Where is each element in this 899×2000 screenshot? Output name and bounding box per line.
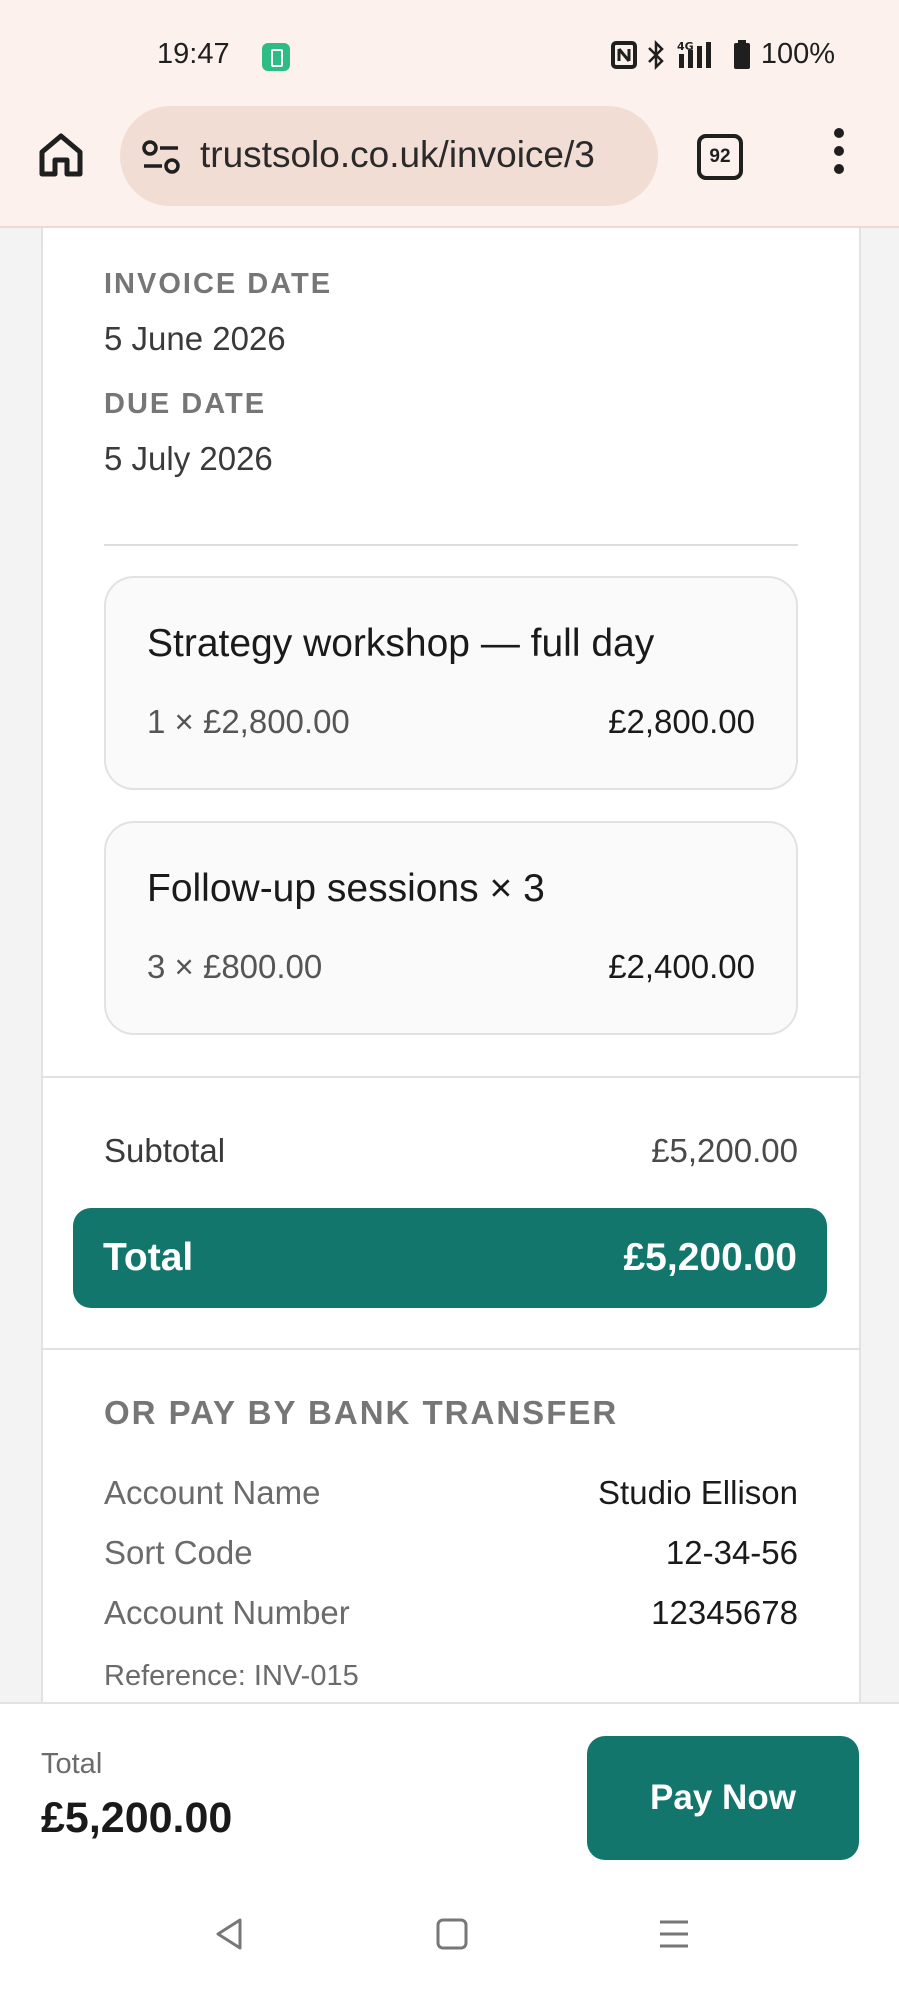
invoice-card: INVOICE DATE 5 June 2026 DUE DATE 5 July… xyxy=(41,228,861,1702)
line-item-name: Follow-up sessions × 3 xyxy=(147,867,545,910)
pay-bar-total-label: Total xyxy=(41,1748,103,1780)
status-bar: 19:47 4G 100% xyxy=(0,0,899,104)
pay-bar-total-value: £5,200.00 xyxy=(41,1794,233,1842)
line-item-amount: £2,800.00 xyxy=(608,703,755,740)
status-icons: 4G 100% xyxy=(610,38,835,71)
line-item-quantity: 3 × £800.00 xyxy=(147,948,323,985)
home-nav-icon[interactable] xyxy=(432,1914,472,1954)
line-item: Follow-up sessions × 3 3 × £800.00 £2,40… xyxy=(104,821,798,1035)
account-name-label: Account Name xyxy=(104,1474,321,1511)
line-item: Strategy workshop — full day 1 × £2,800.… xyxy=(104,576,798,790)
line-item-name: Strategy workshop — full day xyxy=(147,622,655,665)
divider xyxy=(104,544,798,546)
payment-reference: Reference: INV-015 xyxy=(104,1660,359,1692)
home-button[interactable] xyxy=(36,130,86,180)
section-divider xyxy=(43,1076,859,1078)
tab-switcher-button[interactable]: 92 xyxy=(697,134,743,180)
due-date: 5 July 2026 xyxy=(104,440,273,477)
battery-icon xyxy=(733,39,750,69)
browser-toolbar: trustsolo.co.uk/invoice/3 92 xyxy=(0,104,899,228)
subtotal-value: £5,200.00 xyxy=(651,1132,798,1169)
back-icon[interactable] xyxy=(210,1914,250,1954)
app-notification-icon xyxy=(262,43,290,71)
subtotal-label: Subtotal xyxy=(104,1132,226,1169)
account-number-value: 12345678 xyxy=(651,1594,798,1631)
recents-menu-icon[interactable] xyxy=(654,1914,694,1954)
account-number-label: Account Number xyxy=(104,1594,350,1631)
line-item-amount: £2,400.00 xyxy=(608,948,755,985)
line-item-quantity: 1 × £2,800.00 xyxy=(147,703,350,740)
pay-now-button[interactable]: Pay Now xyxy=(587,1736,859,1860)
nfc-icon xyxy=(610,40,637,69)
due-date-label: DUE DATE xyxy=(104,388,267,420)
status-time: 19:47 xyxy=(157,38,230,70)
tab-count: 92 xyxy=(709,146,731,167)
total-bar: Total £5,200.00 xyxy=(73,1208,827,1308)
bank-transfer-title: OR PAY BY BANK TRANSFER xyxy=(104,1394,619,1431)
total-label: Total xyxy=(103,1236,194,1279)
system-nav-bar xyxy=(0,1870,899,2000)
page-content[interactable]: INVOICE DATE 5 June 2026 DUE DATE 5 July… xyxy=(0,228,899,1702)
url-bar[interactable]: trustsolo.co.uk/invoice/3 xyxy=(120,106,658,206)
signal-4g-icon: 4G xyxy=(677,40,711,68)
battery-percent: 100% xyxy=(760,38,835,70)
invoice-date: 5 June 2026 xyxy=(104,320,286,357)
site-settings-icon[interactable] xyxy=(140,136,182,178)
section-divider xyxy=(43,1348,859,1350)
account-name-value: Studio Ellison xyxy=(598,1474,798,1511)
pay-bar: Total £5,200.00 Pay Now xyxy=(0,1702,899,1872)
more-menu-icon[interactable] xyxy=(826,128,852,182)
sort-code-label: Sort Code xyxy=(104,1534,253,1571)
sort-code-value: 12-34-56 xyxy=(665,1534,798,1571)
bluetooth-icon xyxy=(647,39,664,70)
home-icon xyxy=(39,133,83,177)
total-value: £5,200.00 xyxy=(623,1236,797,1279)
url-text[interactable]: trustsolo.co.uk/invoice/3 xyxy=(200,134,640,176)
invoice-date-label: INVOICE DATE xyxy=(104,268,333,300)
